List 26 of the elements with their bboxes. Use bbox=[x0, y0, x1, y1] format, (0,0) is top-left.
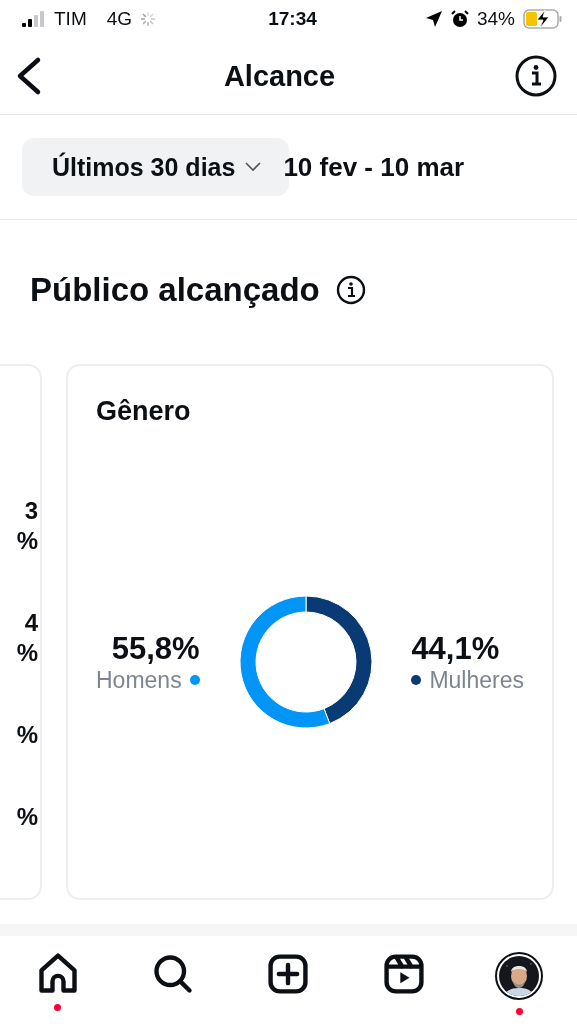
location-arrow-icon bbox=[425, 10, 443, 28]
legend-label: Mulheres bbox=[429, 666, 524, 694]
info-button[interactable] bbox=[515, 55, 557, 97]
clock-time: 17:34 bbox=[268, 8, 317, 30]
battery-percent: 34% bbox=[477, 8, 515, 30]
chevron-down-icon bbox=[245, 162, 262, 172]
info-icon[interactable] bbox=[335, 275, 366, 305]
add-icon[interactable] bbox=[266, 952, 311, 996]
percent-value: 55,8% bbox=[111, 630, 200, 667]
percent-text: 3 bbox=[24, 496, 38, 526]
percent-text: % bbox=[16, 526, 38, 556]
percent-value: 44,1% bbox=[411, 630, 500, 667]
percent-text: % bbox=[16, 638, 38, 668]
network-type: 4G bbox=[106, 8, 133, 30]
legend-label: Homens bbox=[96, 666, 182, 694]
loading-icon bbox=[140, 11, 157, 27]
signal-icon bbox=[22, 11, 46, 27]
percent-text: % bbox=[16, 802, 38, 832]
alarm-icon bbox=[451, 10, 469, 28]
carrier-name: TIM bbox=[54, 8, 87, 30]
percent-text: % bbox=[16, 720, 38, 750]
section-title: Público alcançado bbox=[30, 271, 320, 309]
page-title: Alcance bbox=[223, 59, 336, 93]
card-title: Gênero bbox=[96, 396, 192, 427]
video-clip-icon[interactable] bbox=[381, 952, 426, 996]
percent-text: 4 bbox=[24, 608, 38, 638]
